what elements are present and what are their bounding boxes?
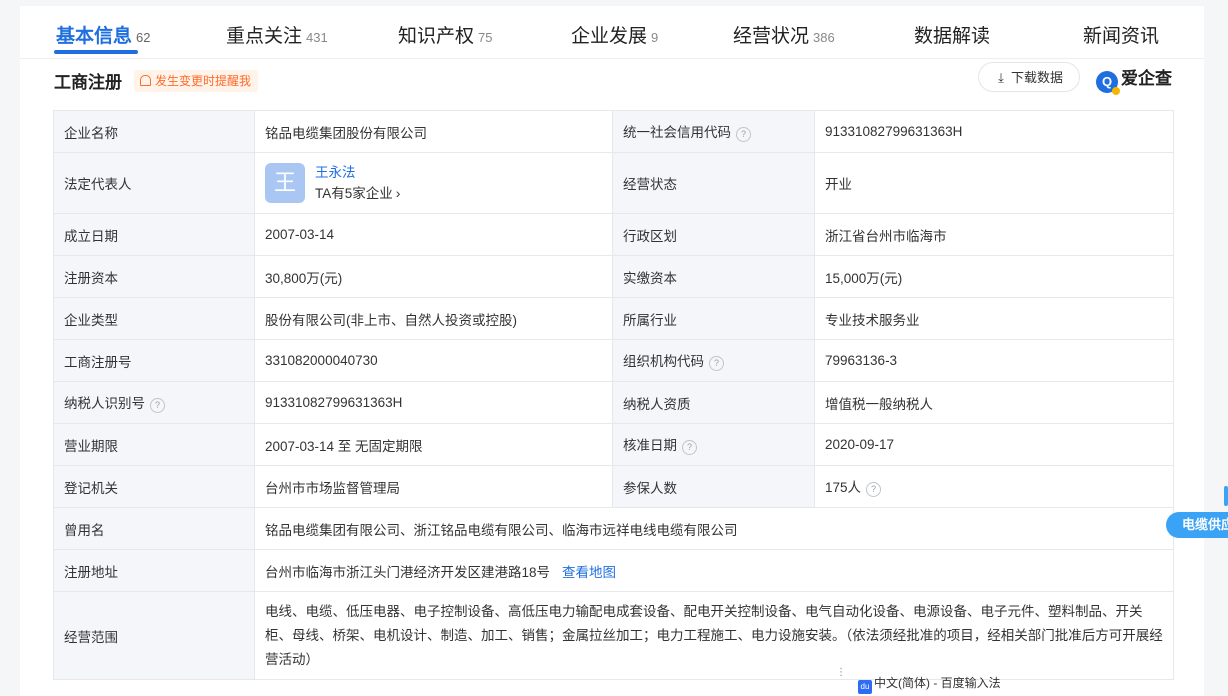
approve-date-value: 2020-09-17 (814, 423, 1174, 466)
tab-count: 75 (478, 30, 493, 45)
help-icon[interactable]: ? (150, 398, 165, 413)
org-code-value: 79963136-3 (814, 339, 1174, 382)
tax-id-label: 纳税人识别号? (53, 381, 255, 424)
table-row: 经营范围 电线、电缆、低压电器、电子控制设备、高低压电力输配电成套设备、配电开关… (53, 591, 1174, 680)
scope-value: 电线、电缆、低压电器、电子控制设备、高低压电力输配电成套设备、配电开关控制设备、… (254, 591, 1174, 680)
insured-label: 参保人数 (612, 465, 815, 508)
address-label: 注册地址 (53, 549, 255, 592)
baidu-ime-icon: du (858, 680, 872, 694)
table-row: 工商注册号 331082000040730 组织机构代码? 79963136-3 (53, 339, 1174, 382)
toolbar-drag-icon[interactable]: ⋮ (836, 668, 846, 678)
company-type-value: 股份有限公司(非上市、自然人投资或控股) (254, 297, 613, 340)
tab-bar: 基本信息 62 重点关注 431 知识产权 75 企业发展 9 经营状况 386 数据解读… (20, 6, 1204, 59)
company-name-label: 企业名称 (53, 110, 255, 153)
company-type-label: 企业类型 (53, 297, 255, 340)
ime-toolbar[interactable]: du 中文(简体) - 百度输入法 (858, 674, 1001, 694)
paid-capital-value: 15,000万(元) (814, 255, 1174, 298)
table-row: 企业类型 股份有限公司(非上市、自然人投资或控股) 所属行业 专业技术服务业 (53, 297, 1174, 340)
tab-development[interactable]: 企业发展 9 (571, 22, 658, 52)
table-row: 营业期限 2007-03-14 至 无固定期限 核准日期? 2020-09-17 (53, 423, 1174, 466)
table-row: 登记机关 台州市市场监督管理局 参保人数 175人? (53, 465, 1174, 508)
tab-basic-info[interactable]: 基本信息 62 (56, 22, 150, 52)
help-icon[interactable]: ? (736, 127, 751, 142)
download-icon: ⤓ (998, 70, 1004, 85)
tab-data-analysis[interactable]: 数据解读 (914, 22, 990, 52)
tax-qual-label: 纳税人资质 (612, 381, 815, 424)
tab-count: 9 (651, 30, 659, 45)
registration-table: 企业名称 铭品电缆集团股份有限公司 统一社会信用代码? 913310827996… (53, 110, 1174, 680)
tab-key-focus[interactable]: 重点关注 431 (226, 22, 328, 52)
help-icon[interactable]: ? (866, 482, 882, 497)
legal-rep-name-link[interactable]: 王永法 (315, 163, 400, 183)
table-row: 注册资本 30,800万(元) 实缴资本 15,000万(元) (53, 255, 1174, 298)
term-value: 2007-03-14 至 无固定期限 (254, 423, 613, 466)
tab-count: 386 (813, 30, 835, 45)
table-row: 注册地址 台州市临海市浙江头门港经济开发区建港路18号 查看地图 (53, 549, 1174, 592)
reg-capital-label: 注册资本 (53, 255, 255, 298)
tab-news[interactable]: 新闻资讯 (1083, 22, 1159, 52)
paid-capital-label: 实缴资本 (612, 255, 815, 298)
reg-no-label: 工商注册号 (53, 339, 255, 382)
legal-rep-companies-link[interactable]: TA有5家企业 › (315, 183, 400, 204)
brand-logo-icon: Q (1096, 71, 1120, 95)
founded-label: 成立日期 (53, 213, 255, 256)
table-row: 企业名称 铭品电缆集团股份有限公司 统一社会信用代码? 913310827996… (53, 110, 1174, 153)
credit-code-label: 统一社会信用代码? (612, 110, 815, 153)
change-remind-button[interactable]: 发生变更时提醒我 (134, 70, 259, 92)
main-panel: 基本信息 62 重点关注 431 知识产权 75 企业发展 9 经营状况 386 数据解读… (20, 6, 1204, 696)
reg-capital-value: 30,800万(元) (254, 255, 613, 298)
status-label: 经营状态 (612, 152, 815, 214)
active-tab-indicator (54, 50, 138, 54)
floating-side-tag[interactable]: 电缆供应 (1166, 512, 1228, 538)
table-row: 曾用名 铭品电缆集团有限公司、浙江铭品电缆有限公司、临海市远祥电线电缆有限公司 (53, 507, 1174, 550)
authority-label: 登记机关 (53, 465, 255, 508)
credit-code-value: 91331082799631363H (814, 110, 1174, 153)
help-icon[interactable]: ? (682, 440, 697, 455)
region-label: 行政区划 (612, 213, 815, 256)
insured-cell: 175人? (814, 465, 1174, 508)
download-data-button[interactable]: ⤓ 下载数据 (978, 62, 1080, 92)
bell-icon (140, 75, 151, 86)
legal-rep-label: 法定代表人 (53, 152, 255, 214)
tab-count: 62 (136, 30, 151, 45)
side-scroll-handle[interactable] (1224, 486, 1228, 506)
scope-label: 经营范围 (53, 591, 255, 680)
avatar[interactable]: 王 (265, 163, 305, 203)
industry-value: 专业技术服务业 (814, 297, 1174, 340)
approve-date-label: 核准日期? (612, 423, 815, 466)
brand-logo: Q 爱企查 (1096, 66, 1172, 95)
authority-value: 台州市市场监督管理局 (254, 465, 613, 508)
address-value: 台州市临海市浙江头门港经济开发区建港路18号 (265, 564, 551, 580)
insured-value: 175人 (825, 480, 862, 495)
tab-ip[interactable]: 知识产权 75 (398, 22, 492, 52)
chevron-right-icon: › (395, 184, 401, 201)
org-code-label: 组织机构代码? (612, 339, 815, 382)
table-row: 纳税人识别号? 91331082799631363H 纳税人资质 增值税一般纳税… (53, 381, 1174, 424)
view-map-link[interactable]: 查看地图 (562, 565, 616, 580)
table-row: 成立日期 2007-03-14 行政区划 浙江省台州市临海市 (53, 213, 1174, 256)
help-icon[interactable]: ? (709, 356, 724, 371)
founded-value: 2007-03-14 (254, 213, 613, 256)
reg-no-value: 331082000040730 (254, 339, 613, 382)
former-names-value: 铭品电缆集团有限公司、浙江铭品电缆有限公司、临海市远祥电线电缆有限公司 (254, 507, 1174, 550)
tax-id-value: 91331082799631363H (254, 381, 613, 424)
region-value: 浙江省台州市临海市 (814, 213, 1174, 256)
section-title: 工商注册 (54, 73, 122, 92)
company-name-value: 铭品电缆集团股份有限公司 (254, 110, 613, 153)
status-value: 开业 (814, 152, 1174, 214)
industry-label: 所属行业 (612, 297, 815, 340)
former-names-label: 曾用名 (53, 507, 255, 550)
tax-qual-value: 增值税一般纳税人 (814, 381, 1174, 424)
term-label: 营业期限 (53, 423, 255, 466)
tab-operation[interactable]: 经营状况 386 (733, 22, 835, 52)
address-cell: 台州市临海市浙江头门港经济开发区建港路18号 查看地图 (254, 549, 1174, 592)
table-row: 法定代表人 王 王永法 TA有5家企业 › 经营状态 开业 (53, 152, 1174, 214)
legal-rep-cell: 王 王永法 TA有5家企业 › (254, 152, 613, 214)
tab-count: 431 (306, 30, 328, 45)
